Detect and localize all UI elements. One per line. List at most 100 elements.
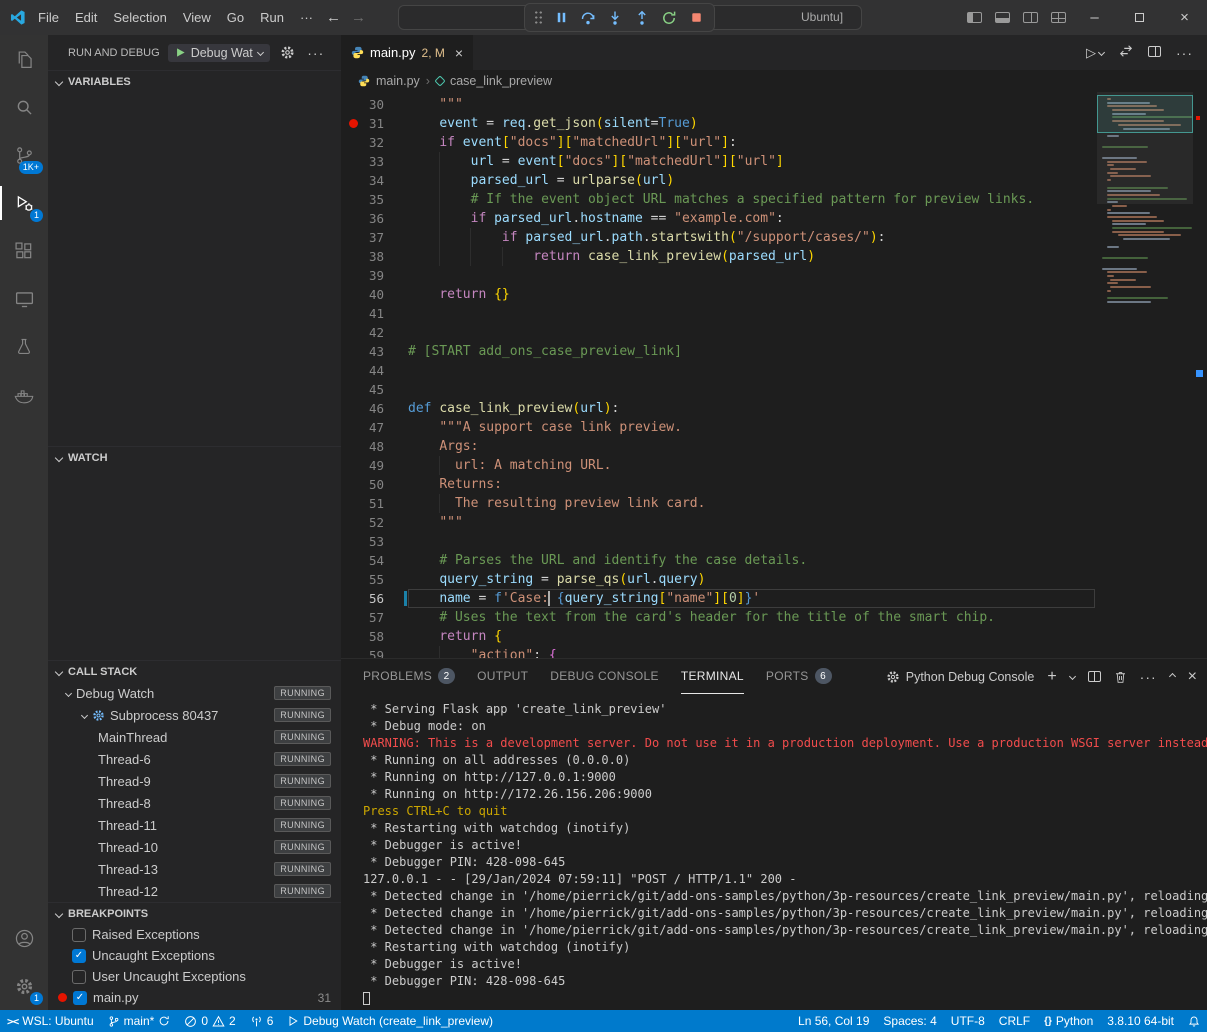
code-line-55[interactable]: 55 query_string = parse_qs(url.query) — [341, 570, 1207, 589]
code-line-45[interactable]: 45 — [341, 380, 1207, 399]
callstack-item-thread-8[interactable]: Thread-8RUNNING — [48, 792, 341, 814]
panel-tab-problems[interactable]: PROBLEMS2 — [363, 660, 455, 694]
step-over-button[interactable] — [579, 9, 597, 27]
terminal-dropdown-icon[interactable] — [1070, 674, 1075, 679]
panel-tab-terminal[interactable]: TERMINAL — [681, 660, 744, 694]
code-line-49[interactable]: 49 url: A matching URL. — [341, 456, 1207, 475]
code-line-35[interactable]: 35 # If the event object URL matches a s… — [341, 190, 1207, 209]
gutter[interactable]: 57 — [341, 608, 408, 627]
breakpoint-icon[interactable] — [349, 119, 358, 128]
code-line-54[interactable]: 54 # Parses the URL and identify the cas… — [341, 551, 1207, 570]
call-stack-section-header[interactable]: CALL STACK — [48, 660, 341, 682]
callstack-item-subprocess-80437[interactable]: Subprocess 80437RUNNING — [48, 704, 341, 726]
checkbox[interactable]: ✓ — [72, 949, 86, 963]
code-line-47[interactable]: 47 """A support case link preview. — [341, 418, 1207, 437]
code-line-41[interactable]: 41 — [341, 304, 1207, 323]
code-line-37[interactable]: 37 if parsed_url.path.startswith("/suppo… — [341, 228, 1207, 247]
gutter[interactable]: 36 — [341, 209, 408, 228]
callstack-item-thread-13[interactable]: Thread-13RUNNING — [48, 858, 341, 880]
code-line-48[interactable]: 48 Args: — [341, 437, 1207, 456]
gutter[interactable]: 42 — [341, 323, 408, 342]
breadcrumb-file[interactable]: main.py — [376, 74, 420, 88]
gutter[interactable]: 51 — [341, 494, 408, 513]
breadcrumb-symbol[interactable]: case_link_preview — [450, 74, 552, 88]
gutter[interactable]: 31 — [341, 114, 408, 133]
python-interpreter[interactable]: 3.8.10 64-bit — [1100, 1010, 1181, 1032]
customize-layout-icon[interactable] — [1044, 0, 1072, 35]
code-line-53[interactable]: 53 — [341, 532, 1207, 551]
callstack-item-mainthread[interactable]: MainThreadRUNNING — [48, 726, 341, 748]
code-line-32[interactable]: 32 if event["docs"]["matchedUrl"]["url"]… — [341, 133, 1207, 152]
gutter[interactable]: 40 — [341, 285, 408, 304]
activity-run-debug-icon[interactable]: 1 — [0, 179, 48, 227]
gutter[interactable]: 48 — [341, 437, 408, 456]
pause-button[interactable] — [552, 9, 570, 27]
code-line-58[interactable]: 58 return { — [341, 627, 1207, 646]
minimap[interactable] — [1097, 92, 1193, 437]
callstack-item-thread-9[interactable]: Thread-9RUNNING — [48, 770, 341, 792]
gutter[interactable]: 35 — [341, 190, 408, 209]
checkbox[interactable] — [72, 970, 86, 984]
code-line-51[interactable]: 51 The resulting preview link card. — [341, 494, 1207, 513]
view-more-icon[interactable]: ··· — [306, 48, 326, 58]
gutter[interactable]: 46 — [341, 399, 408, 418]
cursor-position[interactable]: Ln 56, Col 19 — [791, 1010, 876, 1032]
code-line-44[interactable]: 44 — [341, 361, 1207, 380]
callstack-item-debug-watch[interactable]: Debug WatchRUNNING — [48, 682, 341, 704]
gutter[interactable]: 45 — [341, 380, 408, 399]
maximize-button[interactable] — [1117, 0, 1162, 35]
gutter[interactable]: 44 — [341, 361, 408, 380]
menu-view[interactable]: View — [175, 0, 219, 35]
watch-section-header[interactable]: WATCH — [48, 446, 341, 468]
launch-config-picker[interactable]: Debug Wat — [168, 44, 270, 62]
activity-source-control-icon[interactable]: 1K+ — [0, 131, 48, 179]
editor-more-icon[interactable]: ··· — [1176, 48, 1193, 58]
restart-button[interactable] — [660, 9, 678, 27]
activity-settings-gear-icon[interactable]: 1 — [0, 962, 48, 1010]
code-line-36[interactable]: 36 if parsed_url.hostname == "example.co… — [341, 209, 1207, 228]
gutter[interactable]: 37 — [341, 228, 408, 247]
breakpoints-section-header[interactable]: BREAKPOINTS — [48, 902, 341, 924]
branch-indicator[interactable]: main* — [101, 1010, 178, 1032]
menu-edit[interactable]: Edit — [67, 0, 105, 35]
indentation[interactable]: Spaces: 4 — [876, 1010, 943, 1032]
toggle-primary-sidebar-icon[interactable] — [960, 0, 988, 35]
menu-more[interactable]: ··· — [292, 0, 321, 35]
code-line-56[interactable]: 56 name = f'Case: {query_string["name"][… — [341, 589, 1207, 608]
open-changes-icon[interactable] — [1119, 44, 1133, 61]
checkbox[interactable]: ✓ — [73, 991, 87, 1005]
activity-testing-icon[interactable] — [0, 323, 48, 371]
step-out-button[interactable] — [633, 9, 651, 27]
run-python-file-button[interactable]: ▷ — [1086, 45, 1104, 61]
go-forward-icon[interactable]: → — [351, 9, 366, 26]
close-panel-icon[interactable]: × — [1188, 670, 1197, 684]
debug-gear-icon[interactable] — [278, 45, 298, 60]
activity-explorer-icon[interactable] — [0, 35, 48, 83]
panel-tab-debug-console[interactable]: DEBUG CONSOLE — [550, 660, 659, 694]
toggle-panel-icon[interactable] — [988, 0, 1016, 35]
gutter[interactable]: 43 — [341, 342, 408, 361]
code-line-43[interactable]: 43# [START add_ons_case_preview_link] — [341, 342, 1207, 361]
menu-selection[interactable]: Selection — [105, 0, 174, 35]
code-line-50[interactable]: 50 Returns: — [341, 475, 1207, 494]
panel-more-icon[interactable]: ··· — [1140, 672, 1157, 682]
code-line-39[interactable]: 39 — [341, 266, 1207, 285]
activity-search-icon[interactable] — [0, 83, 48, 131]
debug-session-indicator[interactable]: Debug Watch (create_link_preview) — [280, 1010, 500, 1032]
gutter[interactable]: 41 — [341, 304, 408, 323]
tab-main-py[interactable]: main.py 2, M × — [341, 35, 473, 70]
ports-indicator[interactable]: 6 — [243, 1010, 281, 1032]
encoding[interactable]: UTF-8 — [944, 1010, 992, 1032]
code-line-30[interactable]: 30 """ — [341, 95, 1207, 114]
code-line-40[interactable]: 40 return {} — [341, 285, 1207, 304]
menu-run[interactable]: Run — [252, 0, 292, 35]
code-line-33[interactable]: 33 url = event["docs"]["matchedUrl"]["ur… — [341, 152, 1207, 171]
language-mode[interactable]: {} Python — [1037, 1010, 1100, 1032]
code-line-59[interactable]: 59 "action": { — [341, 646, 1207, 658]
breakpoint-item-user-uncaught-exceptions[interactable]: User Uncaught Exceptions — [48, 966, 341, 987]
gutter[interactable]: 58 — [341, 627, 408, 646]
gutter[interactable]: 59 — [341, 646, 408, 658]
remote-indicator[interactable]: >< WSL: Ubuntu — [0, 1010, 101, 1032]
breakpoint-item-main-py[interactable]: ✓main.py31 — [48, 987, 341, 1008]
gutter[interactable]: 56 — [341, 589, 408, 608]
